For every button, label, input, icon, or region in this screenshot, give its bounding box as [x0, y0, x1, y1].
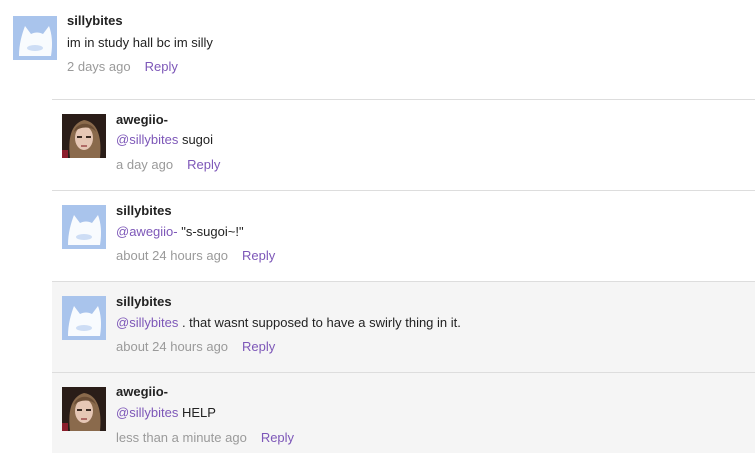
comment-thread: sillybites im in study hall bc im silly … [0, 0, 755, 453]
comment-text: @sillybites sugoi [116, 132, 213, 148]
comment-meta: less than a minute ago Reply [116, 430, 294, 446]
reply-divider [52, 99, 755, 100]
reply-button[interactable]: Reply [261, 430, 294, 445]
cat-avatar[interactable] [62, 205, 106, 249]
mention-link[interactable]: @sillybites [116, 405, 178, 420]
comment-text-content: sugoi [178, 132, 214, 147]
comment-text: im in study hall bc im silly [67, 35, 213, 51]
reply-button[interactable]: Reply [242, 248, 275, 263]
cat-avatar[interactable] [13, 16, 57, 60]
comment-text-content: "s-sugoi~!" [177, 224, 244, 239]
comment-author[interactable]: sillybites [116, 203, 172, 219]
comment-meta: about 24 hours ago Reply [116, 339, 275, 355]
mention-link[interactable]: @awegiio- [116, 224, 178, 239]
girl-avatar[interactable] [62, 387, 106, 431]
comment-timestamp: 2 days ago [67, 59, 131, 74]
reply-button[interactable]: Reply [145, 59, 178, 74]
reply-divider [52, 281, 755, 282]
comment-timestamp: less than a minute ago [116, 430, 247, 445]
cat-avatar-icon [62, 296, 106, 340]
cat-avatar-icon [62, 205, 106, 249]
reply-button[interactable]: Reply [242, 339, 275, 354]
reply-divider [52, 372, 755, 373]
girl-avatar[interactable] [62, 114, 106, 158]
comment-timestamp: a day ago [116, 157, 174, 172]
mention-link[interactable]: @sillybites [116, 315, 178, 330]
comment-text: @awegiio- "s-sugoi~!" [116, 224, 244, 240]
comment-author[interactable]: awegiio- [116, 384, 168, 400]
comment-timestamp: about 24 hours ago [116, 248, 229, 263]
comment-text: @sillybites HELP [116, 405, 216, 421]
reply-divider [52, 190, 755, 191]
comment-text-content: HELP [178, 405, 216, 420]
comment-text: @sillybites . that wasnt supposed to hav… [116, 315, 461, 331]
girl-avatar-icon [62, 387, 106, 431]
mention-link[interactable]: @sillybites [116, 132, 178, 147]
comment-text-content: im in study hall bc im silly [67, 35, 213, 50]
cat-avatar[interactable] [62, 296, 106, 340]
comment-meta: about 24 hours ago Reply [116, 248, 275, 264]
comment-author[interactable]: sillybites [67, 13, 123, 29]
comment-timestamp: about 24 hours ago [116, 339, 229, 354]
comment-author[interactable]: sillybites [116, 294, 172, 310]
comment-meta: a day ago Reply [116, 157, 220, 173]
comment-meta: 2 days ago Reply [67, 59, 178, 75]
comment-text-content: . that wasnt supposed to have a swirly t… [178, 315, 461, 330]
girl-avatar-icon [62, 114, 106, 158]
comment-author[interactable]: awegiio- [116, 112, 168, 128]
cat-avatar-icon [13, 16, 57, 60]
reply-button[interactable]: Reply [187, 157, 220, 172]
